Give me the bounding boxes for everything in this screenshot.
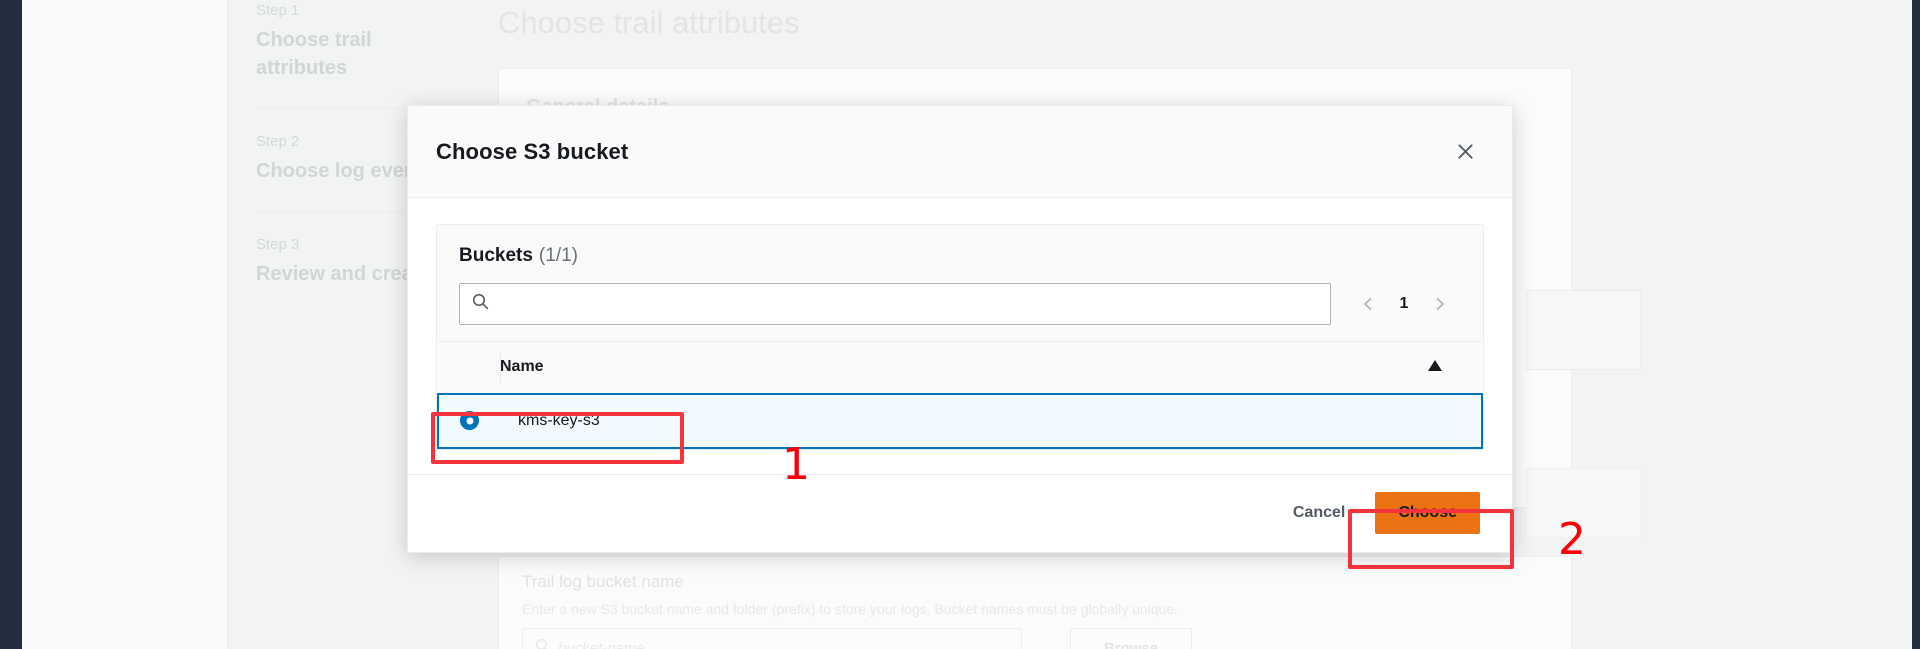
sort-ascending-icon[interactable] bbox=[1428, 341, 1482, 394]
global-nav-strip-left bbox=[0, 0, 22, 649]
buckets-panel-header: Buckets (1/1) bbox=[437, 225, 1483, 269]
search-icon bbox=[472, 293, 489, 315]
column-header-select bbox=[438, 341, 500, 394]
column-header-name[interactable]: Name bbox=[500, 341, 1428, 394]
choose-button[interactable]: Choose bbox=[1375, 492, 1480, 534]
pagination-page-number[interactable]: 1 bbox=[1393, 295, 1415, 313]
search-icon-background bbox=[535, 638, 550, 649]
pagination: 1 bbox=[1351, 287, 1461, 321]
cancel-button[interactable]: Cancel bbox=[1289, 496, 1349, 530]
background-subcard-upper bbox=[1526, 290, 1641, 370]
buckets-table: Name kms-key-s3 bbox=[437, 341, 1483, 449]
search-box[interactable] bbox=[459, 283, 1331, 325]
console-sidebar bbox=[22, 0, 228, 649]
row-spacer-cell bbox=[1428, 392, 1483, 449]
modal-header: Choose S3 bucket bbox=[408, 106, 1512, 198]
buckets-table-head: Name bbox=[438, 341, 1482, 394]
screen-root: Step 1 Choose trail attributes Step 2 Ch… bbox=[0, 0, 1920, 649]
table-row[interactable]: kms-key-s3 bbox=[437, 392, 1483, 449]
browse-button[interactable]: Browse bbox=[1070, 628, 1192, 649]
buckets-panel-tools: 1 bbox=[437, 269, 1483, 341]
row-bucket-name: kms-key-s3 bbox=[500, 392, 1428, 449]
modal-body: Buckets (1/1) 1 Name kms-key-s3 bbox=[408, 198, 1512, 474]
buckets-panel-count: (1/1) bbox=[538, 245, 578, 266]
radio-button-selected[interactable] bbox=[460, 411, 479, 430]
wizard-step-1-title: Choose trail attributes bbox=[256, 29, 372, 79]
global-nav-strip-right bbox=[1912, 0, 1920, 649]
modal-footer: Cancel Choose bbox=[408, 473, 1512, 552]
row-radio-cell[interactable] bbox=[437, 392, 500, 449]
chevron-left-icon[interactable] bbox=[1351, 287, 1385, 321]
browse-button-label: Browse bbox=[1103, 639, 1159, 649]
wizard-step-1-kicker: Step 1 bbox=[256, 2, 300, 19]
annotation-number-1: 1 bbox=[782, 439, 810, 490]
bucket-name-input[interactable]: bucket-name bbox=[522, 628, 1022, 649]
wizard-step-1[interactable]: Step 1 Choose trail attributes bbox=[228, 0, 498, 82]
choose-s3-bucket-modal: Choose S3 bucket Buckets (1/1) 1 Name km… bbox=[407, 105, 1513, 553]
modal-title: Choose S3 bucket bbox=[436, 138, 629, 164]
buckets-panel-title: Buckets bbox=[459, 245, 533, 266]
search-input[interactable] bbox=[498, 294, 1318, 314]
trail-log-bucket-name-description: Enter a new S3 bucket name and folder (p… bbox=[522, 601, 1179, 617]
buckets-table-body: kms-key-s3 bbox=[437, 392, 1483, 449]
close-icon[interactable] bbox=[1448, 135, 1482, 169]
trail-log-bucket-name-label: Trail log bucket name bbox=[522, 572, 684, 591]
buckets-panel: Buckets (1/1) 1 Name kms-key-s3 bbox=[436, 224, 1484, 450]
bucket-name-input-placeholder: bucket-name bbox=[558, 639, 645, 649]
chevron-right-icon[interactable] bbox=[1423, 287, 1457, 321]
table-header-row: Name bbox=[438, 341, 1482, 394]
annotation-number-2: 2 bbox=[1558, 514, 1586, 565]
page-title: Choose trail attributes bbox=[498, 5, 800, 40]
